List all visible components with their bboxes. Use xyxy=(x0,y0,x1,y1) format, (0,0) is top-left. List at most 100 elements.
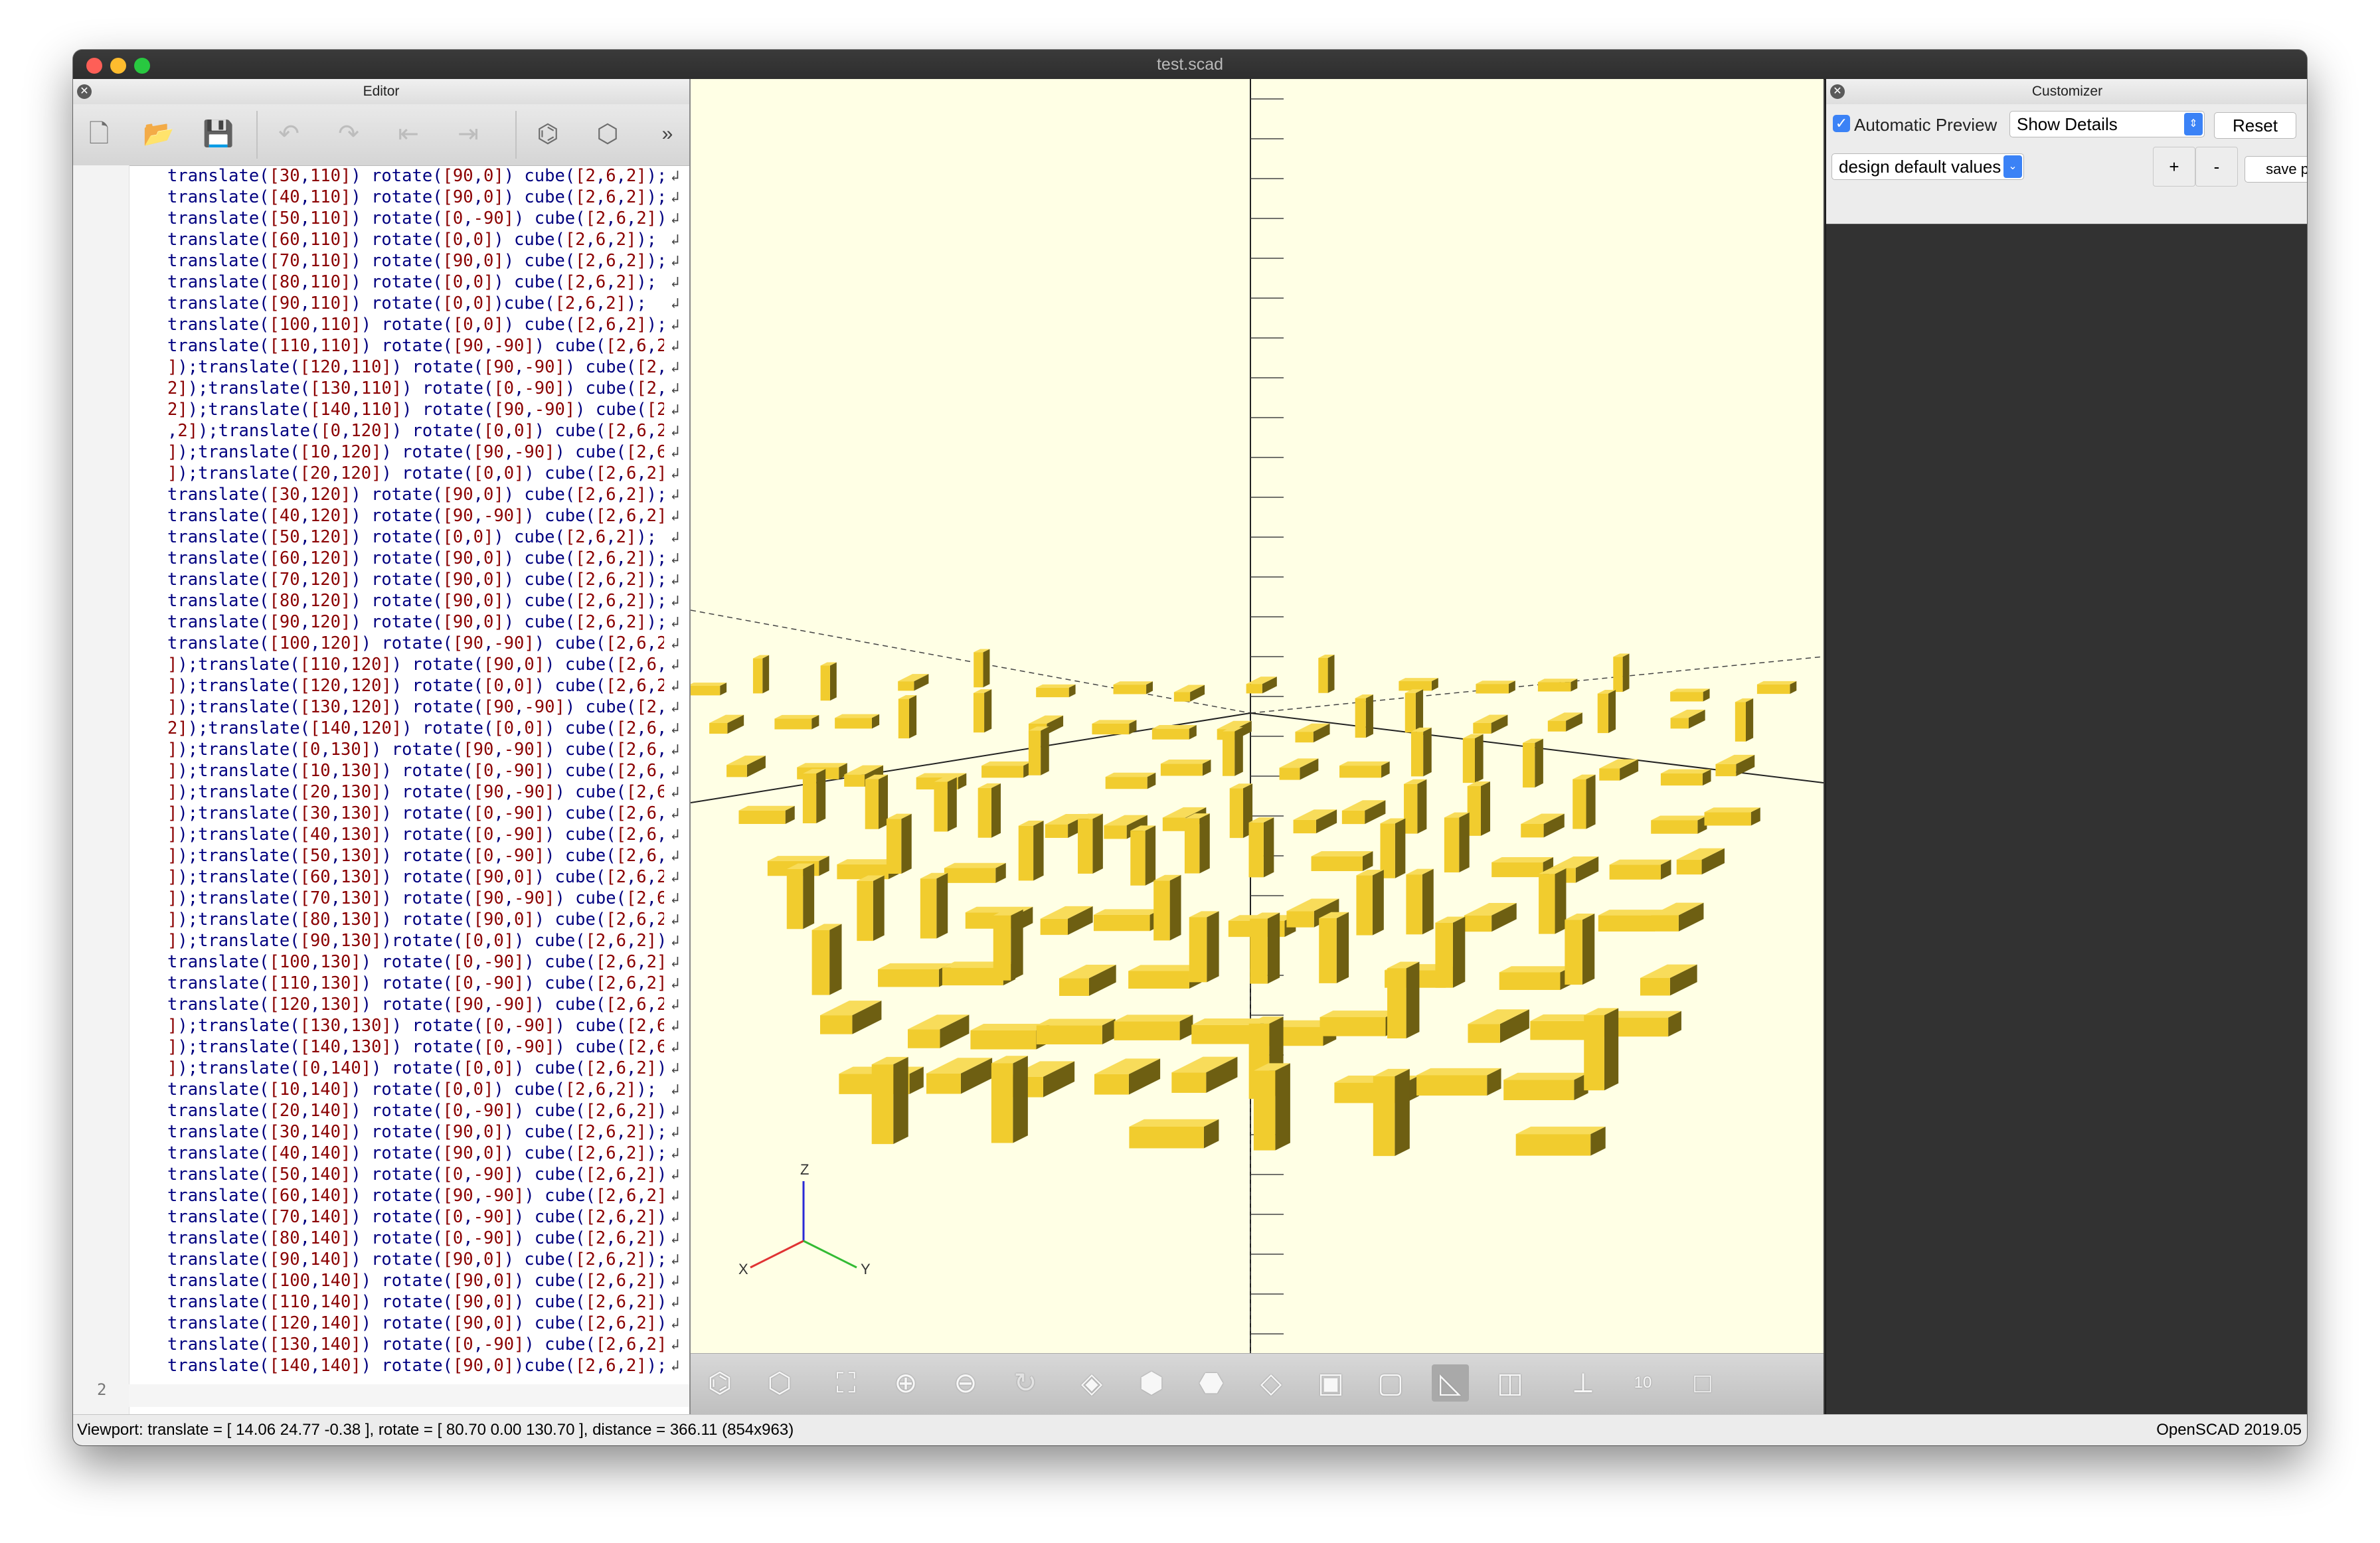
orthogonal-icon[interactable]: ◫ xyxy=(1491,1364,1529,1402)
code-line: ]);translate([140,130]) rotate([0,-90]) … xyxy=(167,1037,664,1057)
preset-select[interactable]: design default values ⌄ xyxy=(1831,153,2024,180)
customizer-close-icon[interactable]: ✕ xyxy=(1830,84,1845,99)
unindent-icon[interactable]: ⇤ xyxy=(392,118,425,151)
cube-part xyxy=(820,662,837,701)
render-icon[interactable]: ⬡ xyxy=(761,1364,798,1402)
code-line: translate([110,110]) rotate([90,-90]) cu… xyxy=(167,336,664,356)
code-line: translate([30,140]) rotate([90,0]) cube(… xyxy=(167,1122,664,1142)
show-axes-icon[interactable]: ⟂ xyxy=(1565,1364,1602,1402)
save-icon[interactable]: 💾 xyxy=(202,118,235,151)
code-line: translate([10,140]) rotate([0,0]) cube([… xyxy=(167,1080,657,1099)
wrap-marker-icon: ↲ xyxy=(671,1018,680,1034)
cube-part xyxy=(1094,1058,1161,1095)
wrap-marker-icon: ↲ xyxy=(671,295,680,312)
code-line: ]);translate([20,130]) rotate([90,-90]) … xyxy=(167,782,664,802)
cube-part xyxy=(1404,689,1424,733)
wrap-marker-icon: ↲ xyxy=(671,423,680,440)
axis-line xyxy=(691,609,1251,714)
cube-part xyxy=(1572,774,1596,829)
wrap-marker-icon: ↲ xyxy=(671,848,680,864)
automatic-preview-checkbox[interactable]: ✓ xyxy=(1833,115,1850,132)
code-line: ]);translate([60,130]) rotate([90,0]) cu… xyxy=(167,867,664,887)
code-line: translate([70,140]) rotate([0,-90]) cube… xyxy=(167,1207,664,1227)
cube-part xyxy=(1399,678,1438,691)
render-icon[interactable]: ⬡ xyxy=(591,118,624,151)
wrap-marker-icon: ↲ xyxy=(671,1358,680,1374)
zoom-out-icon[interactable]: ⊖ xyxy=(947,1364,984,1402)
cube-part xyxy=(1609,859,1671,880)
cube-part xyxy=(1599,759,1639,781)
wrap-marker-icon: ↲ xyxy=(671,359,680,376)
indent-icon[interactable]: ⇥ xyxy=(452,118,485,151)
code-line: translate([30,110]) rotate([90,0]) cube(… xyxy=(167,166,664,186)
code-line: translate([40,140]) rotate([90,0]) cube(… xyxy=(167,1143,664,1163)
cube-part xyxy=(1464,902,1517,932)
view-bottom-icon[interactable]: ⬣ xyxy=(1193,1364,1230,1402)
wrap-marker-icon: ↲ xyxy=(671,1103,680,1119)
redo-icon[interactable]: ↷ xyxy=(332,118,365,151)
code-line: translate([130,140]) rotate([0,-90]) cub… xyxy=(167,1335,664,1354)
cube-part xyxy=(835,714,880,729)
reset-button[interactable]: Reset xyxy=(2214,112,2296,139)
3d-viewport[interactable]: Z X Y ⌬ ⬡ ⛶ ⊕ ⊖ ↻ ◈ ⬢ ⬣ ◇ ▣ ▢ ◺ ◫ ⟂ 10 □ xyxy=(691,79,1824,1415)
more-icon[interactable]: » xyxy=(651,118,684,151)
add-preset-button[interactable]: + xyxy=(2153,147,2195,187)
code-line: translate([70,110]) rotate([90,0]) cube(… xyxy=(167,251,664,271)
preview-icon[interactable]: ⌬ xyxy=(701,1364,738,1402)
cube-part xyxy=(1318,655,1335,693)
cube-part xyxy=(1250,912,1280,984)
view-all-icon[interactable]: ⛶ xyxy=(827,1364,865,1402)
line-number: 2 xyxy=(97,1380,107,1399)
view-front-icon[interactable]: ▣ xyxy=(1312,1364,1349,1402)
wrap-marker-icon: ↲ xyxy=(671,232,680,248)
preview-icon[interactable]: ⌬ xyxy=(531,118,564,151)
editor-title: Editor xyxy=(363,84,400,99)
show-details-select[interactable]: Show Details ⇕ xyxy=(2009,111,2205,137)
cube-part xyxy=(857,875,885,941)
perspective-icon[interactable]: ◺ xyxy=(1432,1364,1469,1402)
cube-part xyxy=(1078,813,1103,874)
viewport-toolbar: ⌬ ⬡ ⛶ ⊕ ⊖ ↻ ◈ ⬢ ⬣ ◇ ▣ ▢ ◺ ◫ ⟂ 10 □ xyxy=(691,1353,1824,1415)
zoom-in-icon[interactable]: ⊕ xyxy=(887,1364,924,1402)
code-line: translate([50,120]) rotate([0,0]) cube([… xyxy=(167,527,657,547)
cube-part xyxy=(1565,914,1595,985)
editor-close-icon[interactable]: ✕ xyxy=(77,84,92,99)
code-line: translate([60,110]) rotate([0,0]) cube([… xyxy=(167,230,657,250)
wrap-marker-icon: ↲ xyxy=(671,529,680,546)
cube-part xyxy=(973,689,992,733)
code-line: translate([90,140]) rotate([90,0]) cube(… xyxy=(167,1250,664,1269)
undo-icon[interactable]: ↶ xyxy=(272,118,305,151)
view-top-icon[interactable]: ⬢ xyxy=(1133,1364,1170,1402)
view-back-icon[interactable]: ▢ xyxy=(1372,1364,1409,1402)
show-edges-icon[interactable]: □ xyxy=(1684,1364,1721,1402)
cube-part xyxy=(1355,694,1373,738)
view-right-icon[interactable]: ◈ xyxy=(1073,1364,1110,1402)
wrap-marker-icon: ↲ xyxy=(671,1230,680,1247)
code-line: translate([90,120]) rotate([90,0]) cube(… xyxy=(167,612,664,632)
show-scale-icon[interactable]: 10 xyxy=(1624,1364,1661,1402)
chevron-updown-icon: ⇕ xyxy=(2184,113,2203,135)
cube-part xyxy=(1444,812,1470,872)
open-folder-icon[interactable]: 📂 xyxy=(142,118,175,151)
save-preset-button[interactable]: save preset xyxy=(2245,156,2307,183)
code-editor[interactable]: translate([30,110]) rotate([90,0]) cube(… xyxy=(167,165,664,1415)
remove-preset-button[interactable]: - xyxy=(2195,147,2238,187)
axis-label-z: Z xyxy=(800,1161,809,1178)
cube-part xyxy=(1248,817,1274,878)
code-line: translate([120,140]) rotate([90,0]) cube… xyxy=(167,1313,664,1333)
wrap-marker-icon: ↲ xyxy=(671,699,680,716)
code-line: ]);translate([110,120]) rotate([90,0]) c… xyxy=(167,655,664,675)
wrap-marker-icon: ↲ xyxy=(671,1252,680,1268)
wrap-marker-icon: ↲ xyxy=(671,189,680,206)
wrap-marker-icon: ↲ xyxy=(671,954,680,971)
code-line: ]);translate([130,120]) rotate([90,-90])… xyxy=(167,697,664,717)
wrap-marker-icon: ↲ xyxy=(671,784,680,801)
reset-view-icon[interactable]: ↻ xyxy=(1007,1364,1044,1402)
new-file-icon[interactable]: 🗋 xyxy=(82,118,116,151)
axis-gizmo: Z X Y xyxy=(738,1161,871,1277)
cube-part xyxy=(1380,818,1406,878)
code-line: translate([120,130]) rotate([90,-90]) cu… xyxy=(167,995,664,1015)
view-left-icon[interactable]: ◇ xyxy=(1252,1364,1290,1402)
cube-part xyxy=(1756,681,1797,694)
code-line: ]);translate([90,130])rotate([0,0]) cube… xyxy=(167,931,664,951)
